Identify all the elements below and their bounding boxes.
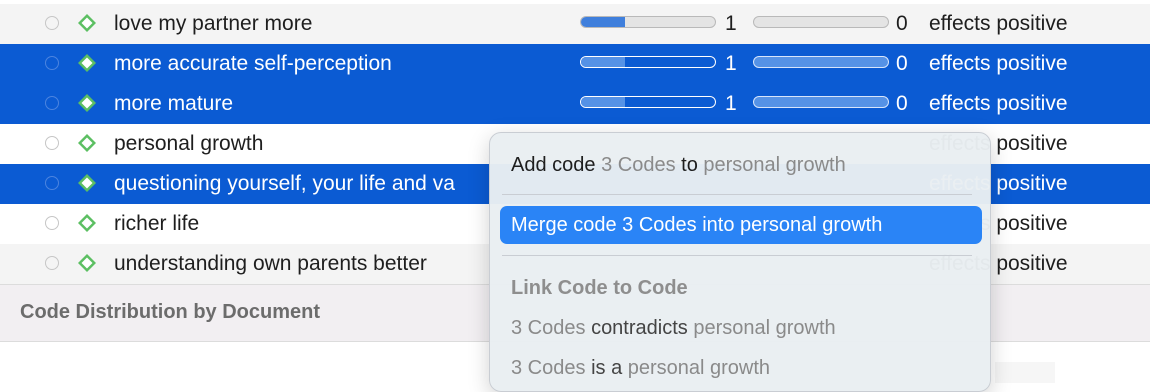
diamond-code-icon xyxy=(78,254,96,272)
relation-label: effects positive xyxy=(929,92,1068,115)
code-label: richer life xyxy=(114,212,200,235)
menu-item-link-is-a[interactable]: 3 Codes is a personal growth xyxy=(511,355,770,381)
code-row[interactable]: love my partner more 1 0 effects positive xyxy=(0,4,1150,44)
diamond-code-icon xyxy=(78,14,96,32)
add-code-connector: to xyxy=(681,154,698,176)
code-row[interactable]: more accurate self-perception 1 0 effects p… xyxy=(0,44,1150,84)
context-menu: Add code 3 Codes to personal growth Merg… xyxy=(489,132,991,392)
link-target: personal growth xyxy=(693,317,836,339)
diamond-code-icon xyxy=(78,174,96,192)
menu-separator xyxy=(502,255,972,256)
link-target: personal growth xyxy=(627,357,771,379)
section-title: Code Distribution by Document xyxy=(20,301,320,323)
link-subject: 3 Codes xyxy=(511,317,586,339)
frequency-bar xyxy=(580,56,716,68)
radio-circle-icon[interactable] xyxy=(45,256,59,270)
add-code-subject: 3 Codes xyxy=(601,154,676,176)
code-label: more mature xyxy=(114,92,234,115)
background-area xyxy=(995,362,1055,383)
frequency-bar-fill xyxy=(581,17,626,27)
merge-code-label: Merge code 3 Codes into personal growth xyxy=(511,214,883,236)
add-code-prefix: Add code xyxy=(511,154,596,176)
frequency-bar-fill xyxy=(581,57,626,67)
code-row[interactable]: more mature 1 0 effects positive xyxy=(0,84,1150,124)
add-code-target: personal growth xyxy=(703,154,846,176)
relation-label: effects positive xyxy=(929,52,1068,75)
code-label: more accurate self-perception xyxy=(114,52,392,75)
relation-label: effects positive xyxy=(929,12,1068,35)
diamond-code-icon xyxy=(78,54,96,72)
radio-circle-icon[interactable] xyxy=(45,216,59,230)
link-count: 0 xyxy=(896,92,908,115)
menu-item-link-contradicts[interactable]: 3 Codes contradicts personal growth xyxy=(511,315,836,341)
diamond-code-icon xyxy=(78,214,96,232)
radio-circle-icon[interactable] xyxy=(45,136,59,150)
frequency-count: 1 xyxy=(725,12,737,35)
frequency-count: 1 xyxy=(725,52,737,75)
radio-circle-icon[interactable] xyxy=(45,96,59,110)
menu-separator xyxy=(502,194,972,195)
radio-circle-icon[interactable] xyxy=(45,56,59,70)
code-label: love my partner more xyxy=(114,12,313,35)
link-count: 0 xyxy=(896,12,908,35)
diamond-code-icon xyxy=(78,94,96,112)
menu-section-header: Link Code to Code xyxy=(511,277,688,299)
link-bar xyxy=(753,16,889,28)
code-label: personal growth xyxy=(114,132,264,155)
link-verb: is a xyxy=(591,357,623,379)
link-bar xyxy=(753,96,889,108)
link-bar xyxy=(753,56,889,68)
link-verb: contradicts xyxy=(591,317,688,339)
code-label: questioning yourself, your life and va xyxy=(114,172,455,195)
frequency-bar-fill xyxy=(581,97,626,107)
frequency-bar xyxy=(580,16,716,28)
frequency-bar xyxy=(580,96,716,108)
code-label: understanding own parents better xyxy=(114,252,427,275)
menu-item-add-code[interactable]: Add code 3 Codes to personal growth xyxy=(511,152,846,178)
diamond-code-icon xyxy=(78,134,96,152)
frequency-count: 1 xyxy=(725,92,737,115)
link-subject: 3 Codes xyxy=(511,357,586,379)
link-count: 0 xyxy=(896,52,908,75)
radio-circle-icon[interactable] xyxy=(45,176,59,190)
menu-item-merge-code[interactable]: Merge code 3 Codes into personal growth xyxy=(500,206,982,244)
radio-circle-icon[interactable] xyxy=(45,16,59,30)
